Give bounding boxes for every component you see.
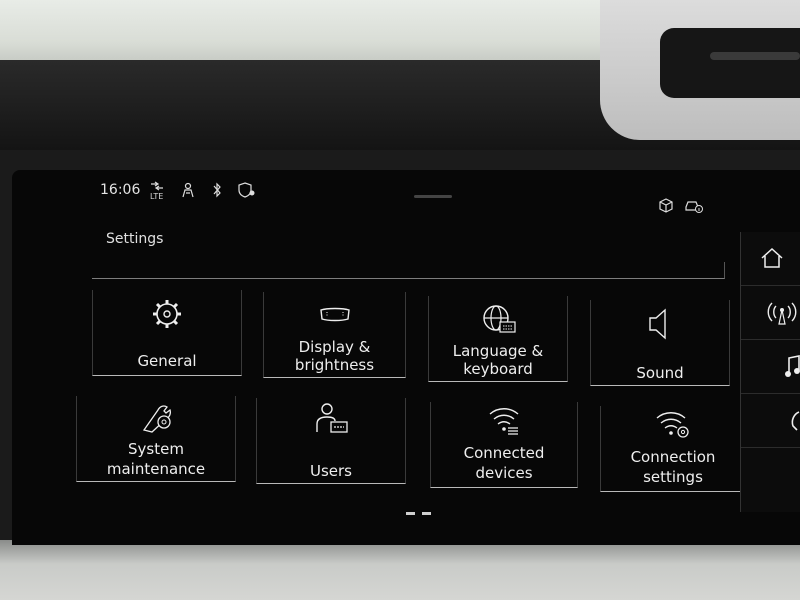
display-icon (315, 300, 355, 336)
bluetooth-icon (212, 182, 222, 201)
tile-connected-devices[interactable]: Connected devices (430, 402, 578, 488)
wrench-gear-icon (136, 398, 176, 434)
wifi-gear-icon (653, 406, 693, 442)
rail-empty-slot[interactable] (741, 448, 800, 502)
tile-label: Sound (636, 364, 684, 382)
vehicle-info-icon (684, 198, 704, 217)
tile-label-line1: Display & (298, 338, 371, 356)
air-vent (600, 0, 800, 140)
radio-icon (767, 300, 797, 330)
car-package-icon (658, 198, 674, 217)
tile-label: Users (309, 462, 352, 480)
tile-connection-settings[interactable]: Connection settings (600, 406, 746, 492)
page-indicator-active[interactable] (406, 512, 415, 515)
dashboard-trim (0, 540, 800, 600)
globe-keyboard-icon (478, 302, 518, 338)
tile-system-maintenance[interactable]: System maintenance (76, 396, 236, 482)
tile-general[interactable]: General (92, 290, 242, 376)
drag-handle[interactable] (414, 195, 452, 198)
tile-label-line2: brightness (294, 356, 375, 374)
wifi-list-icon (484, 402, 524, 438)
music-note-icon (785, 354, 800, 384)
status-time: 16:06 (100, 182, 141, 198)
page-title: Settings (106, 231, 164, 247)
tile-language-keyboard[interactable]: Language & keyboard (428, 296, 568, 382)
tile-label-line2: settings (643, 468, 703, 486)
home-button[interactable] (741, 232, 800, 286)
lte-label: LTE (150, 192, 164, 201)
tile-label-line2: maintenance (106, 460, 206, 478)
profile-icon (180, 182, 196, 201)
tile-label-line1: Connection (630, 448, 716, 466)
air-vent-opening (660, 28, 800, 98)
tile-display-brightness[interactable]: Display & brightness (263, 292, 406, 378)
phone-button[interactable] (741, 394, 800, 448)
title-divider (92, 262, 725, 279)
radio-button[interactable] (741, 286, 800, 340)
gear-icon (147, 296, 187, 332)
tile-label: General (137, 352, 197, 370)
tile-label-line1: System (128, 440, 184, 458)
user-icon (311, 400, 351, 436)
phone-icon (789, 410, 800, 436)
navigation-shield-icon (238, 182, 256, 201)
page-indicator[interactable] (422, 512, 431, 515)
speaker-icon (640, 306, 680, 342)
tile-label-line2: keyboard (463, 360, 533, 378)
shortcut-rail (740, 232, 800, 512)
tile-label-line1: Connected (463, 444, 545, 462)
status-bar: 16:06 LTE (88, 178, 728, 213)
tile-label-line1: Language & (452, 342, 544, 360)
music-button[interactable] (741, 340, 800, 394)
tile-label-line2: devices (475, 464, 533, 482)
home-icon (759, 246, 785, 274)
air-vent-slat (710, 52, 800, 60)
tile-users[interactable]: Users (256, 398, 406, 484)
tile-sound[interactable]: Sound (590, 300, 730, 386)
